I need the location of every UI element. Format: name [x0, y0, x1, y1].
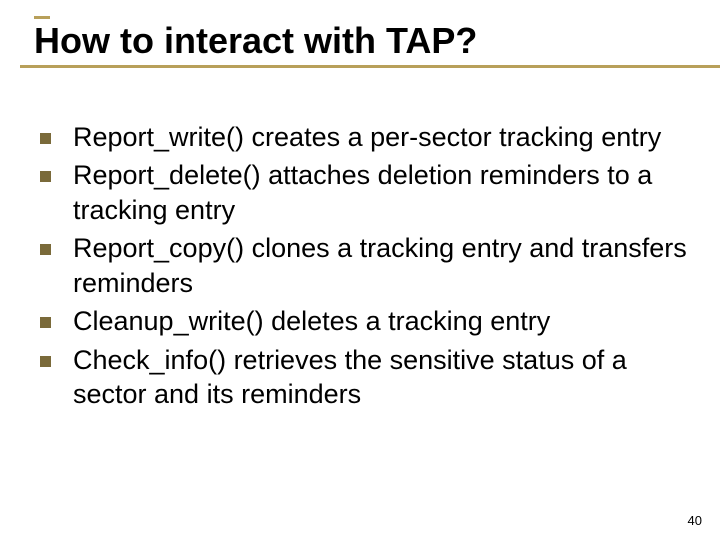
- page-number: 40: [688, 513, 702, 528]
- square-bullet-icon: [40, 244, 51, 255]
- square-bullet-icon: [40, 133, 51, 144]
- list-item: Cleanup_write() deletes a tracking entry: [36, 304, 690, 339]
- list-item: Report_delete() attaches deletion remind…: [36, 158, 690, 227]
- slide: How to interact with TAP? Report_write()…: [0, 0, 720, 540]
- bullet-text: Report_write() creates a per-sector trac…: [73, 120, 661, 155]
- slide-title: How to interact with TAP?: [34, 21, 690, 61]
- square-bullet-icon: [40, 317, 51, 328]
- list-item: Report_write() creates a per-sector trac…: [36, 120, 690, 155]
- bullet-text: Report_copy() clones a tracking entry an…: [73, 231, 690, 300]
- title-rule-top: [34, 16, 50, 19]
- title-block: How to interact with TAP?: [20, 16, 690, 68]
- bullet-text: Check_info() retrieves the sensitive sta…: [73, 343, 690, 412]
- bullet-text: Cleanup_write() deletes a tracking entry: [73, 304, 550, 339]
- square-bullet-icon: [40, 171, 51, 182]
- bullet-text: Report_delete() attaches deletion remind…: [73, 158, 690, 227]
- square-bullet-icon: [40, 356, 51, 367]
- list-item: Check_info() retrieves the sensitive sta…: [36, 343, 690, 412]
- title-rule-bottom: [20, 65, 720, 68]
- content-area: Report_write() creates a per-sector trac…: [36, 120, 690, 412]
- list-item: Report_copy() clones a tracking entry an…: [36, 231, 690, 300]
